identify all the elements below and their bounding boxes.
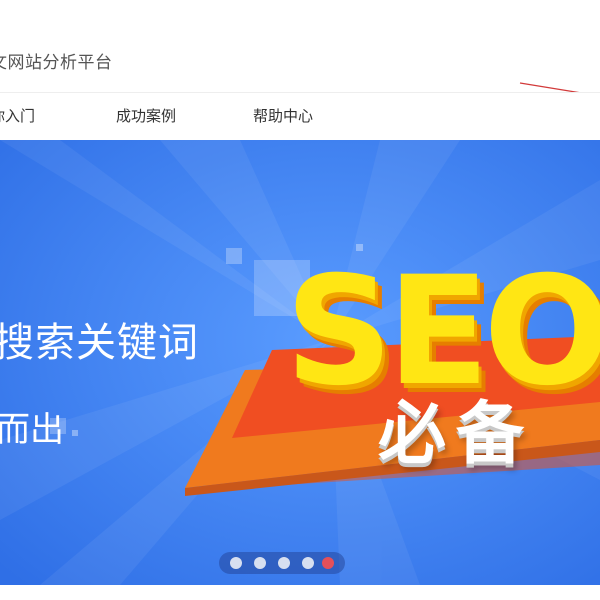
site-header: 文网站分析平台 [0,0,600,92]
nav-item-success-cases[interactable]: 成功案例 [116,105,176,126]
nav-item-help-center[interactable]: 帮助中心 [253,105,313,126]
carousel-dot-3[interactable] [278,557,290,569]
carousel-dot-5-active[interactable] [322,557,334,569]
main-nav: 你入门 成功案例 帮助中心 [0,92,600,141]
carousel-indicator [219,552,345,574]
page-bottom [0,585,600,600]
carousel-dot-4[interactable] [302,557,314,569]
carousel-dot-2[interactable] [254,557,266,569]
carousel-dot-1[interactable] [230,557,242,569]
nav-item-getting-started[interactable]: 你入门 [0,105,35,126]
site-title: 文网站分析平台 [0,53,113,73]
hero-banner[interactable]: 搜索关键词 而出 SEO 必备 [0,140,600,585]
essential-badge-text: 必备 [378,395,535,474]
